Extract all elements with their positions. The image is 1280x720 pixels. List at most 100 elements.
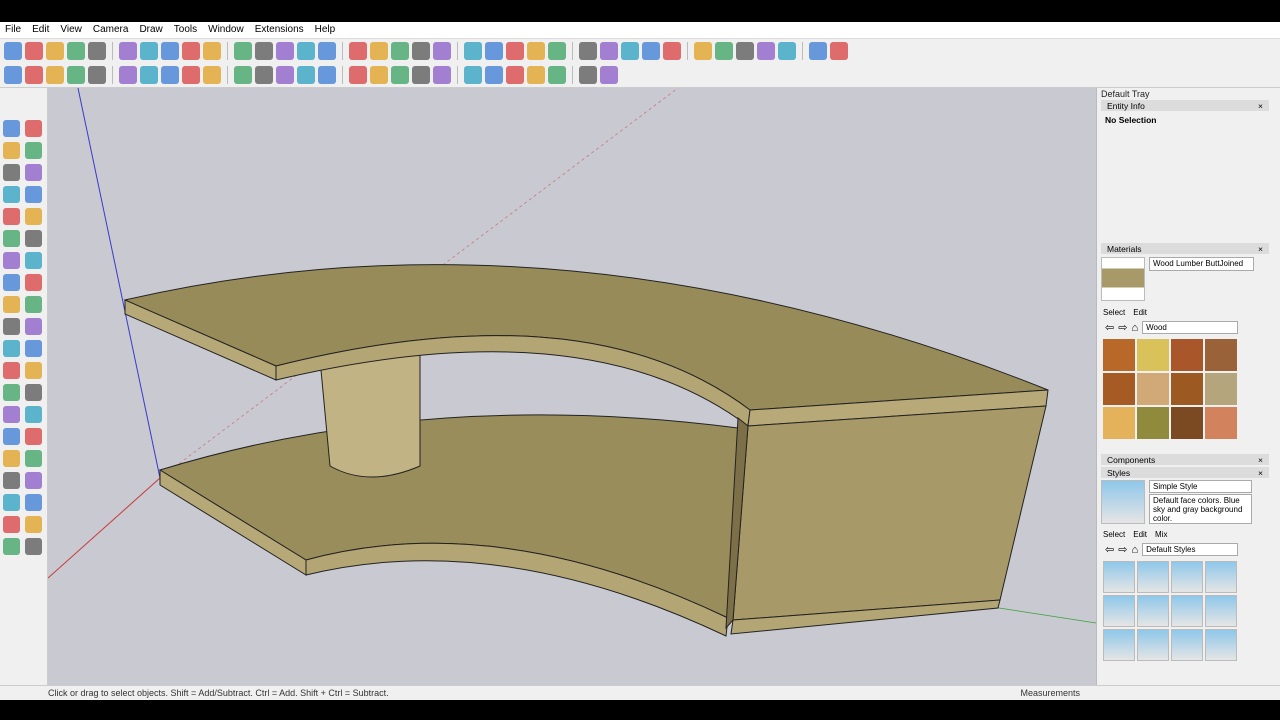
tab-edit[interactable]: Edit: [1133, 308, 1147, 317]
extension-icon[interactable]: [412, 66, 430, 84]
home-icon[interactable]: ⌂: [1131, 322, 1138, 334]
material-swatch[interactable]: [1171, 373, 1203, 405]
offset-tool-icon[interactable]: [25, 318, 42, 335]
dynamic-icon[interactable]: [485, 66, 503, 84]
style-thumbnail[interactable]: [1205, 561, 1237, 593]
menu-help[interactable]: Help: [310, 22, 342, 38]
pushpull-tool-icon[interactable]: [25, 274, 42, 291]
add-location-icon[interactable]: [318, 66, 336, 84]
interact-icon[interactable]: [527, 66, 545, 84]
solid-trim-icon[interactable]: [182, 66, 200, 84]
freehand-tool-icon[interactable]: [25, 164, 42, 181]
polygon-tool-icon[interactable]: [25, 208, 42, 225]
material-swatch[interactable]: [1137, 373, 1169, 405]
circle-tool-icon[interactable]: [3, 208, 20, 225]
menu-extensions[interactable]: Extensions: [250, 22, 310, 38]
solid-split-icon[interactable]: [203, 66, 221, 84]
tape-icon[interactable]: [234, 42, 252, 60]
tab-mix[interactable]: Mix: [1155, 530, 1167, 539]
left-view-icon[interactable]: [621, 42, 639, 60]
reload-icon[interactable]: [276, 66, 294, 84]
back-view-icon[interactable]: [600, 42, 618, 60]
color-by-layer-icon[interactable]: [4, 66, 22, 84]
3dtext-tool-icon[interactable]: [25, 384, 42, 401]
look-around-icon[interactable]: [830, 42, 848, 60]
zoom-extents-icon[interactable]: [370, 42, 388, 60]
menu-edit[interactable]: Edit: [27, 22, 55, 38]
protractor-tool-icon[interactable]: [3, 362, 20, 379]
followme-tool-icon[interactable]: [25, 296, 42, 313]
style-thumbnail[interactable]: [1205, 629, 1237, 661]
guide-icon[interactable]: [67, 66, 85, 84]
material-swatch[interactable]: [1137, 407, 1169, 439]
component-icon[interactable]: [506, 66, 524, 84]
measurements-box[interactable]: Measurements: [1020, 688, 1080, 698]
camera-icon[interactable]: [88, 66, 106, 84]
back-icon[interactable]: ⇦: [1105, 543, 1114, 556]
sandbox-scratch-tool-icon[interactable]: [25, 516, 42, 533]
walk-icon[interactable]: [119, 66, 137, 84]
terrain-icon[interactable]: [349, 66, 367, 84]
rotate-icon[interactable]: [182, 42, 200, 60]
mail-icon[interactable]: [433, 66, 451, 84]
outer-shell-icon[interactable]: [255, 66, 273, 84]
layers-icon[interactable]: [297, 66, 315, 84]
material-swatch[interactable]: [1205, 373, 1237, 405]
paint-tool-icon[interactable]: [3, 142, 20, 159]
entity-info-header[interactable]: Entity Info ×: [1101, 100, 1269, 111]
material-swatch[interactable]: [1137, 339, 1169, 371]
textured-icon[interactable]: [736, 42, 754, 60]
menu-draw[interactable]: Draw: [134, 22, 168, 38]
solid-union-icon[interactable]: [161, 66, 179, 84]
rectangle-tool-icon[interactable]: [3, 186, 20, 203]
hidden-line-icon[interactable]: [694, 42, 712, 60]
front-view-icon[interactable]: [548, 42, 566, 60]
forward-icon[interactable]: ⇨: [1118, 543, 1127, 556]
select-icon[interactable]: [4, 42, 22, 60]
options-icon[interactable]: [548, 66, 566, 84]
menu-window[interactable]: Window: [203, 22, 250, 38]
photo-texture-icon[interactable]: [370, 66, 388, 84]
select-hidden-icon[interactable]: [25, 66, 43, 84]
tab-select[interactable]: Select: [1103, 530, 1125, 539]
section-tool-icon[interactable]: [25, 494, 42, 511]
style-thumbnail[interactable]: [1103, 629, 1135, 661]
back-icon[interactable]: ⇦: [1105, 321, 1114, 334]
components-header[interactable]: Components ×: [1101, 454, 1269, 465]
share-icon[interactable]: [600, 66, 618, 84]
eraser-tool-icon[interactable]: [25, 142, 42, 159]
material-swatch[interactable]: [1205, 407, 1237, 439]
materials-header[interactable]: Materials ×: [1101, 243, 1269, 254]
section-icon[interactable]: [485, 42, 503, 60]
material-swatch[interactable]: [1103, 407, 1135, 439]
pushpull-icon[interactable]: [119, 42, 137, 60]
line-tool-icon[interactable]: [3, 164, 20, 181]
tab-select[interactable]: Select: [1103, 308, 1125, 317]
model-canvas[interactable]: [47, 87, 1097, 685]
iso-view-icon[interactable]: [506, 42, 524, 60]
right-view-icon[interactable]: [579, 42, 597, 60]
position-camera-icon[interactable]: [778, 42, 796, 60]
followme-icon[interactable]: [140, 42, 158, 60]
style-thumbnail[interactable]: [1171, 629, 1203, 661]
sandbox-smoove-tool-icon[interactable]: [3, 538, 20, 555]
scale-icon[interactable]: [203, 42, 221, 60]
style-thumbnail[interactable]: [1171, 595, 1203, 627]
forward-icon[interactable]: ⇨: [1118, 321, 1127, 334]
text-tool-icon[interactable]: [25, 362, 42, 379]
style-thumbnail[interactable]: [1205, 595, 1237, 627]
pan-tool-icon[interactable]: [25, 406, 42, 423]
circle-icon[interactable]: [88, 42, 106, 60]
component-tool-icon[interactable]: [25, 120, 42, 137]
position-camera-tool-icon[interactable]: [3, 472, 20, 489]
zoom-tool-icon[interactable]: [3, 428, 20, 445]
paint-icon[interactable]: [276, 42, 294, 60]
pan-icon[interactable]: [318, 42, 336, 60]
look-around-tool-icon[interactable]: [25, 472, 42, 489]
orbit-icon[interactable]: [297, 42, 315, 60]
material-name-input[interactable]: Wood Lumber ButtJoined: [1149, 257, 1254, 271]
styles-header[interactable]: Styles ×: [1101, 467, 1269, 478]
walk-icon[interactable]: [809, 42, 827, 60]
menu-tools[interactable]: Tools: [169, 22, 203, 38]
two-point-arc-tool-icon[interactable]: [25, 230, 42, 247]
